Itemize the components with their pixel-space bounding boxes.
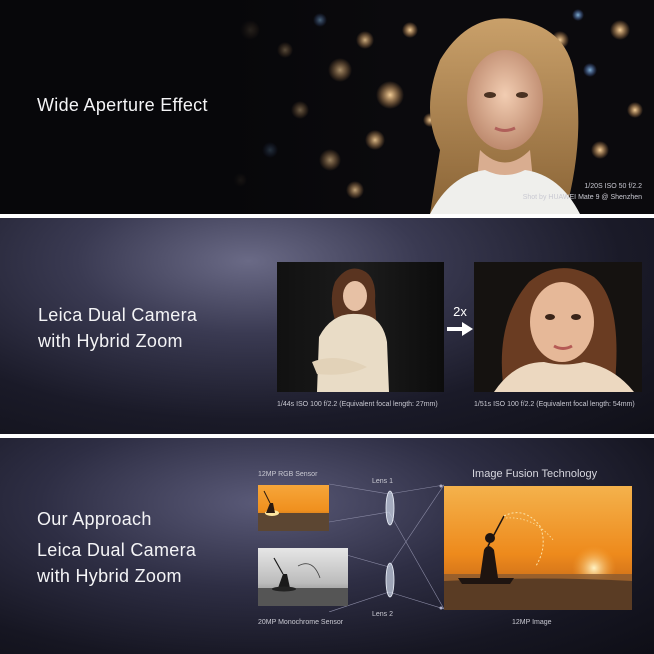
- panel-title: Leica Dual Camera with Hybrid Zoom: [38, 302, 197, 354]
- subtitle-line-2: with Hybrid Zoom: [37, 566, 182, 586]
- title-line-1: Leica Dual Camera: [38, 305, 198, 325]
- wide-shot-photo: [277, 262, 444, 392]
- title-line-2: with Hybrid Zoom: [38, 331, 183, 351]
- zoom-label: 2x: [453, 304, 467, 319]
- credit-caption: Shot by HUAWEI Mate 9 @ Shenzhen: [522, 194, 642, 201]
- rgb-sensor-label: 12MP RGB Sensor: [258, 471, 318, 478]
- mono-sensor-photo: [258, 548, 348, 606]
- rgb-sensor-photo: [258, 485, 329, 531]
- exif-caption: 1/20S ISO 50 f/2.2: [584, 183, 642, 190]
- lens-2-label: Lens 2: [372, 611, 394, 618]
- image-fusion-panel: Our Approach Leica Dual Camera with Hybr…: [0, 438, 654, 654]
- fusion-title: Image Fusion Technology: [472, 468, 598, 480]
- wide-aperture-panel: Wide Aperture Effect 1/20S ISO 50 f/2.2 …: [0, 0, 654, 214]
- wide-shot-caption: 1/44s ISO 100 f/2.2 (Equivalent focal le…: [277, 401, 438, 408]
- panel-subtitle: Leica Dual Camera with Hybrid Zoom: [37, 537, 196, 589]
- arrow-right-icon: [447, 322, 473, 336]
- hybrid-zoom-panel: Leica Dual Camera with Hybrid Zoom 2x 1/…: [0, 218, 654, 434]
- subtitle-line-1: Leica Dual Camera: [37, 540, 197, 560]
- fused-output-photo: [444, 486, 632, 610]
- zoom-shot-photo: [474, 262, 642, 392]
- zoom-shot-caption: 1/51s ISO 100 f/2.2 (Equivalent focal le…: [474, 401, 635, 408]
- mono-sensor-label: 20MP Monochrome Sensor: [258, 619, 344, 626]
- output-image-label: 12MP Image: [512, 619, 552, 626]
- lens-2-icon: [385, 562, 395, 598]
- lens-1-icon: [385, 490, 395, 526]
- panel-title: Wide Aperture Effect: [37, 95, 208, 115]
- panel-title: Our Approach: [37, 509, 152, 529]
